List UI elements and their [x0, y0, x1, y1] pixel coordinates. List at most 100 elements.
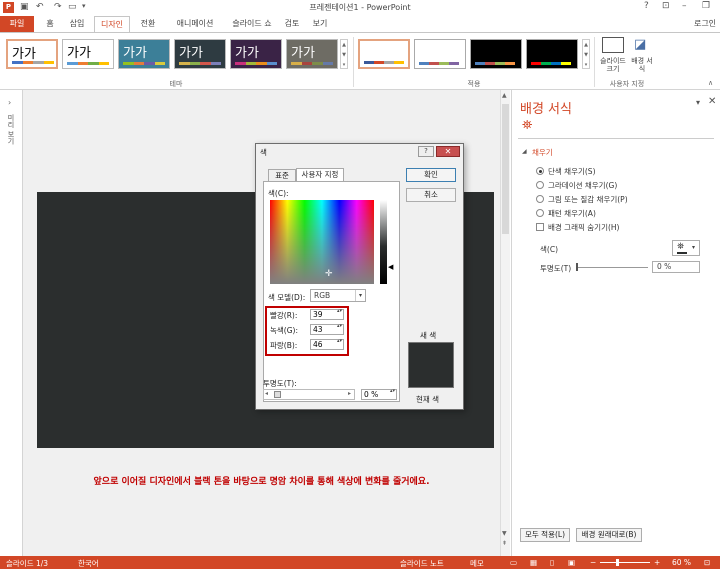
ribbon-tabs: 파일 홈 삽입 디자인 전환 애니메이션 슬라이드 쇼 검토 보기 로그인	[0, 16, 720, 33]
slide-size-icon[interactable]	[602, 37, 624, 53]
theme-gallery-scroll[interactable]: ▲ ▼ ▾	[340, 39, 348, 69]
tab-transitions[interactable]: 전환	[134, 16, 162, 32]
theme-thumbnail[interactable]: 가가	[174, 39, 226, 69]
variant-gallery-scroll[interactable]: ▲ ▼ ▾	[582, 39, 590, 69]
tab-review[interactable]: 검토	[280, 16, 304, 32]
tab-view[interactable]: 보기	[308, 16, 332, 32]
normal-view-icon[interactable]: ▭	[510, 558, 517, 567]
slide-size-button[interactable]: 슬라이드 크기	[596, 57, 630, 73]
option-gradient-fill[interactable]: 그라데이션 채우기(G)	[548, 180, 617, 191]
minimize-button[interactable]: –	[682, 1, 687, 11]
zoom-slider-thumb[interactable]	[616, 559, 619, 566]
zoom-level[interactable]: 60 %	[672, 558, 691, 567]
theme-color-bars	[123, 62, 165, 65]
tab-file[interactable]: 파일	[0, 16, 34, 32]
collapse-ribbon-icon[interactable]: ∧	[708, 79, 713, 87]
scroll-up-icon[interactable]: ▲	[502, 92, 507, 99]
language-status[interactable]: 한국어	[78, 558, 99, 569]
dialog-transparency-slider[interactable]: ◂ ▸	[263, 389, 355, 400]
tab-insert[interactable]: 삽입	[64, 16, 90, 32]
chevron-down-icon: ▾	[692, 244, 696, 251]
blue-input[interactable]: 46	[310, 339, 344, 350]
variant-4[interactable]	[526, 39, 578, 69]
zoom-out-icon[interactable]: −	[590, 558, 596, 567]
variant-1[interactable]	[358, 39, 410, 69]
theme-thumbnail[interactable]: 가가	[230, 39, 282, 69]
dialog-transparency-label: 투명도(T):	[263, 379, 297, 388]
slider-left-icon[interactable]: ◂	[265, 390, 268, 397]
thumbnail-strip-collapsed[interactable]: › 미리 보기	[0, 90, 23, 556]
variant-3[interactable]	[470, 39, 522, 69]
theme-thumbnail[interactable]: 가가	[62, 39, 114, 69]
login-link[interactable]: 로그인	[690, 16, 720, 32]
blue-label: 파랑(B):	[270, 341, 298, 350]
dialog-transparency-thumb[interactable]	[274, 391, 281, 398]
slideshow-view-icon[interactable]: ▣	[568, 558, 575, 567]
red-input[interactable]: 39	[310, 309, 344, 320]
cancel-button[interactable]: 취소	[406, 188, 456, 202]
slider-right-icon[interactable]: ▸	[348, 390, 351, 397]
radio-pattern-fill[interactable]	[536, 209, 544, 217]
tab-animations[interactable]: 애니메이션	[166, 16, 224, 32]
scroll-down-icon[interactable]: ▼	[502, 530, 507, 537]
chevron-down-icon: ▾	[355, 290, 365, 301]
theme-color-bars	[67, 62, 109, 65]
section-expand-icon[interactable]: ◢	[522, 148, 527, 155]
tab-slideshow[interactable]: 슬라이드 쇼	[226, 16, 278, 32]
fill-bucket-icon[interactable]: ⛯	[522, 118, 532, 133]
section-fill-label[interactable]: 채우기	[532, 147, 553, 158]
restore-button[interactable]: ❐	[702, 1, 710, 11]
tab-home[interactable]: 홈	[40, 16, 60, 32]
radio-solid-fill[interactable]	[536, 167, 544, 175]
help-button[interactable]: ?	[644, 1, 649, 11]
reading-view-icon[interactable]: ▯	[550, 558, 554, 567]
dialog-transparency-input[interactable]: 0 %	[361, 389, 397, 400]
hide-bg-graphics-label[interactable]: 배경 그래픽 숨기기(H)	[548, 222, 619, 233]
notes-button[interactable]: 슬라이드 노트	[400, 558, 444, 569]
close-pane-icon[interactable]: ✕	[708, 96, 716, 107]
ok-button[interactable]: 확인	[406, 168, 456, 182]
transparency-slider-thumb[interactable]	[576, 263, 578, 271]
comments-button[interactable]: 메모	[470, 558, 484, 569]
format-background-button[interactable]: 배경 서식	[630, 57, 654, 73]
dialog-close-button[interactable]: ✕	[436, 146, 460, 157]
transparency-input[interactable]: 0 %	[652, 261, 700, 273]
fit-to-window-icon[interactable]: ⊡	[704, 558, 710, 567]
tab-custom[interactable]: 사용자 지정	[296, 168, 344, 182]
option-picture-fill[interactable]: 그림 또는 질감 채우기(P)	[548, 194, 628, 205]
apply-all-button[interactable]: 모두 적용(L)	[520, 528, 570, 542]
transparency-slider-track[interactable]	[576, 267, 648, 268]
scroll-thumb[interactable]	[502, 104, 509, 234]
dialog-help-button[interactable]: ?	[418, 146, 434, 157]
ribbon-options-icon[interactable]: ⊡	[662, 1, 670, 11]
reset-background-button[interactable]: 배경 원래대로(B)	[576, 528, 642, 542]
variant-2[interactable]	[414, 39, 466, 69]
expand-thumbnails-icon[interactable]: ›	[8, 98, 11, 107]
slide-sorter-icon[interactable]: ▦	[530, 558, 537, 567]
green-input[interactable]: 43	[310, 324, 344, 335]
option-solid-fill[interactable]: 단색 채우기(S)	[548, 166, 596, 177]
luminance-pointer-icon[interactable]: ◀	[388, 263, 393, 271]
pane-options-icon[interactable]: ▾	[696, 98, 700, 107]
radio-picture-fill[interactable]	[536, 195, 544, 203]
color-spectrum[interactable]	[270, 200, 374, 284]
color-label: 색(C)	[540, 245, 558, 254]
theme-thumbnail[interactable]: 가가	[118, 39, 170, 69]
theme-sample-text: 가가	[67, 46, 91, 61]
zoom-in-icon[interactable]: +	[654, 558, 660, 567]
tab-design[interactable]: 디자인	[94, 16, 130, 33]
new-current-color-swatch	[408, 342, 454, 388]
zoom-slider[interactable]	[600, 562, 650, 563]
color-picker-button[interactable]: ⛯ ▾	[672, 240, 700, 256]
radio-gradient-fill[interactable]	[536, 181, 544, 189]
theme-thumbnail[interactable]: 가가	[286, 39, 338, 69]
luminance-bar[interactable]	[380, 200, 387, 284]
prev-slide-icon[interactable]: ⇞	[502, 540, 507, 547]
theme-sample-text: 가가	[12, 47, 36, 62]
format-background-icon[interactable]: ◪	[634, 37, 646, 52]
option-pattern-fill[interactable]: 패턴 채우기(A)	[548, 208, 596, 219]
vertical-scrollbar[interactable]: ▲ ▼ ⇞	[500, 90, 510, 556]
hide-bg-graphics-checkbox[interactable]	[536, 223, 544, 231]
theme-thumbnail[interactable]: 가가	[6, 39, 58, 69]
color-model-select[interactable]: RGB ▾	[310, 289, 366, 302]
